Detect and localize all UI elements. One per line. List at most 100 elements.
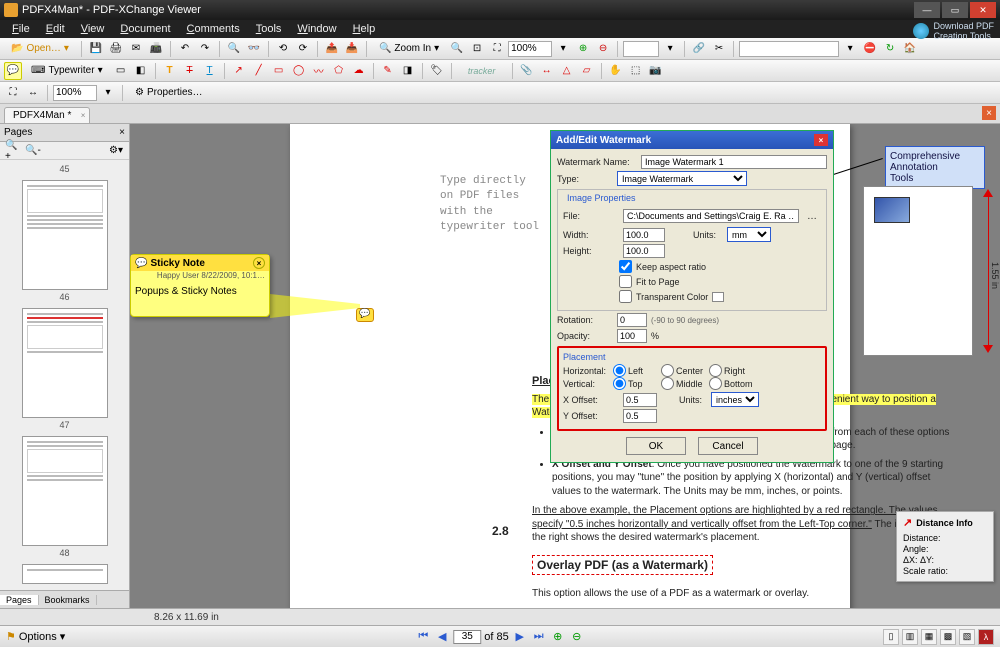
fit-width-button[interactable]: ↔ bbox=[24, 84, 42, 102]
zoom-percent-input[interactable] bbox=[508, 41, 552, 57]
address-input[interactable] bbox=[739, 41, 839, 57]
measure-dist-tool[interactable]: ↔ bbox=[538, 62, 556, 80]
thumbnails-list[interactable]: 45 46 47 48 bbox=[0, 160, 129, 590]
eraser-tool[interactable]: ◨ bbox=[399, 62, 417, 80]
document-viewport[interactable]: 💬 Sticky Note × Happy User 8/22/2009, 10… bbox=[130, 124, 1000, 608]
pencil-tool[interactable]: ✎ bbox=[379, 62, 397, 80]
pages-panel-close[interactable]: × bbox=[119, 127, 125, 138]
opacity-input[interactable] bbox=[617, 329, 647, 343]
page-thumbnail[interactable] bbox=[22, 564, 108, 584]
print-button[interactable]: 🖨 bbox=[107, 40, 125, 58]
download-pdf-badge[interactable]: Download PDF Creation Tools bbox=[913, 21, 994, 41]
email-button[interactable]: ✉ bbox=[127, 40, 145, 58]
stamp-tool[interactable]: 🏷 bbox=[428, 62, 446, 80]
sidebar-tab-bookmarks[interactable]: Bookmarks bbox=[39, 595, 97, 605]
menu-file[interactable]: File bbox=[4, 23, 38, 35]
type-select[interactable]: Image Watermark bbox=[617, 171, 747, 186]
distance-info-panel[interactable]: ↗Distance Info Distance: Angle: ΔX: ΔY: … bbox=[896, 511, 994, 582]
page-thumbnail[interactable] bbox=[22, 436, 108, 546]
rotation-input[interactable] bbox=[617, 313, 647, 327]
zoom-percent-input-2[interactable] bbox=[53, 85, 97, 101]
v-middle-radio[interactable] bbox=[661, 377, 674, 390]
h-left-radio[interactable] bbox=[613, 364, 626, 377]
measure-perim-tool[interactable]: △ bbox=[558, 62, 576, 80]
measure-area-tool[interactable]: ▱ bbox=[578, 62, 596, 80]
browse-button[interactable]: … bbox=[803, 207, 821, 225]
attach-tool[interactable]: 📎 bbox=[518, 62, 536, 80]
sticky-note-tool[interactable]: 💬 bbox=[4, 62, 22, 80]
minimize-button[interactable]: — bbox=[914, 2, 940, 18]
reload-button[interactable]: ↻ bbox=[881, 40, 899, 58]
select-tool[interactable]: ⬚ bbox=[627, 62, 645, 80]
polygon-tool[interactable]: ⬠ bbox=[330, 62, 348, 80]
sticky-note-icon[interactable] bbox=[356, 308, 374, 322]
rotate-ccw-button[interactable]: ⟲ bbox=[274, 40, 292, 58]
zoom-plus-button[interactable]: ⊕ bbox=[574, 40, 592, 58]
home-button[interactable]: 🏠 bbox=[901, 40, 919, 58]
zoom-fit-button[interactable]: ⛶ bbox=[488, 40, 506, 58]
options-button[interactable]: ⚑Options ▾ bbox=[6, 630, 65, 643]
cancel-button[interactable]: Cancel bbox=[698, 437, 758, 455]
import-button[interactable]: 📥 bbox=[343, 40, 361, 58]
v-bottom-radio[interactable] bbox=[709, 377, 722, 390]
ok-button[interactable]: OK bbox=[626, 437, 686, 455]
transparent-checkbox[interactable] bbox=[619, 290, 632, 303]
dialog-close-button[interactable]: × bbox=[814, 134, 828, 146]
rect-tool[interactable]: ▭ bbox=[270, 62, 288, 80]
document-tab-close[interactable]: × bbox=[81, 111, 86, 120]
keep-aspect-checkbox[interactable] bbox=[619, 260, 632, 273]
sticky-note-popup[interactable]: 💬 Sticky Note × Happy User 8/22/2009, 10… bbox=[130, 254, 270, 317]
save-button[interactable]: 💾 bbox=[87, 40, 105, 58]
find-button[interactable]: 🔍 bbox=[225, 40, 243, 58]
hand-tool[interactable]: ✋ bbox=[607, 62, 625, 80]
yoffset-input[interactable] bbox=[623, 409, 657, 423]
page-number-input[interactable] bbox=[453, 630, 481, 644]
zoom-minus-button[interactable]: ⊖ bbox=[594, 40, 612, 58]
height-input[interactable] bbox=[623, 244, 665, 258]
offset-units-select[interactable]: inches bbox=[711, 392, 759, 407]
zoom-dropdown-2[interactable]: ▾ bbox=[99, 84, 117, 102]
first-page-button[interactable]: ⏮ bbox=[415, 629, 431, 645]
sidebar-tab-pages[interactable]: Pages bbox=[0, 595, 39, 605]
menu-edit[interactable]: Edit bbox=[38, 23, 73, 35]
page-thumbnail[interactable] bbox=[22, 308, 108, 418]
rotate-cw-button[interactable]: ⟳ bbox=[294, 40, 312, 58]
next-page-button[interactable]: ▶ bbox=[512, 629, 528, 645]
nav-fwd-button[interactable]: ⊖ bbox=[569, 629, 585, 645]
oval-tool[interactable]: ◯ bbox=[290, 62, 308, 80]
zoom-dropdown[interactable]: ▾ bbox=[554, 40, 572, 58]
textbox-tool[interactable]: ▭ bbox=[112, 62, 130, 80]
v-top-radio[interactable] bbox=[613, 377, 626, 390]
menu-comments[interactable]: Comments bbox=[179, 23, 248, 35]
go-button[interactable]: ▾ bbox=[841, 40, 859, 58]
last-page-button[interactable]: ⏭ bbox=[531, 629, 547, 645]
xoffset-input[interactable] bbox=[623, 393, 657, 407]
thumb-zoom-in[interactable]: 🔍+ bbox=[4, 142, 22, 160]
color-swatch[interactable] bbox=[712, 292, 724, 302]
page-zoom-input[interactable] bbox=[623, 41, 659, 57]
sticky-close-button[interactable]: × bbox=[253, 257, 265, 269]
thumb-options[interactable]: ⚙▾ bbox=[107, 142, 125, 160]
nav-back-button[interactable]: ⊕ bbox=[550, 629, 566, 645]
zoom-in-button[interactable]: 🔍 Zoom In ▾ bbox=[372, 40, 446, 58]
prev-page-button[interactable]: ◀ bbox=[434, 629, 450, 645]
stop-button[interactable]: ⛔ bbox=[861, 40, 879, 58]
page-zoom-dropdown[interactable]: ▾ bbox=[661, 40, 679, 58]
callout-tool[interactable]: ◧ bbox=[132, 62, 150, 80]
h-right-radio[interactable] bbox=[709, 364, 722, 377]
page-thumbnail[interactable] bbox=[22, 180, 108, 290]
underline-tool[interactable]: T bbox=[201, 62, 219, 80]
snapshot-tool-button[interactable]: ✂ bbox=[710, 40, 728, 58]
fit-page-checkbox[interactable] bbox=[619, 275, 632, 288]
export-button[interactable]: 📤 bbox=[323, 40, 341, 58]
highlight-tool[interactable]: T bbox=[161, 62, 179, 80]
layout-cont-facing-button[interactable]: ▩ bbox=[940, 629, 956, 645]
maximize-button[interactable]: ▭ bbox=[942, 2, 968, 18]
open-button[interactable]: 📂 Open… ▾ bbox=[4, 40, 76, 58]
strikeout-tool[interactable]: T bbox=[181, 62, 199, 80]
link-tool-button[interactable]: 🔗 bbox=[690, 40, 708, 58]
width-input[interactable] bbox=[623, 228, 665, 242]
zoom-out-icon-button[interactable]: 🔍 bbox=[448, 40, 466, 58]
thumb-zoom-out[interactable]: 🔍- bbox=[24, 142, 42, 160]
menu-window[interactable]: Window bbox=[289, 23, 344, 35]
